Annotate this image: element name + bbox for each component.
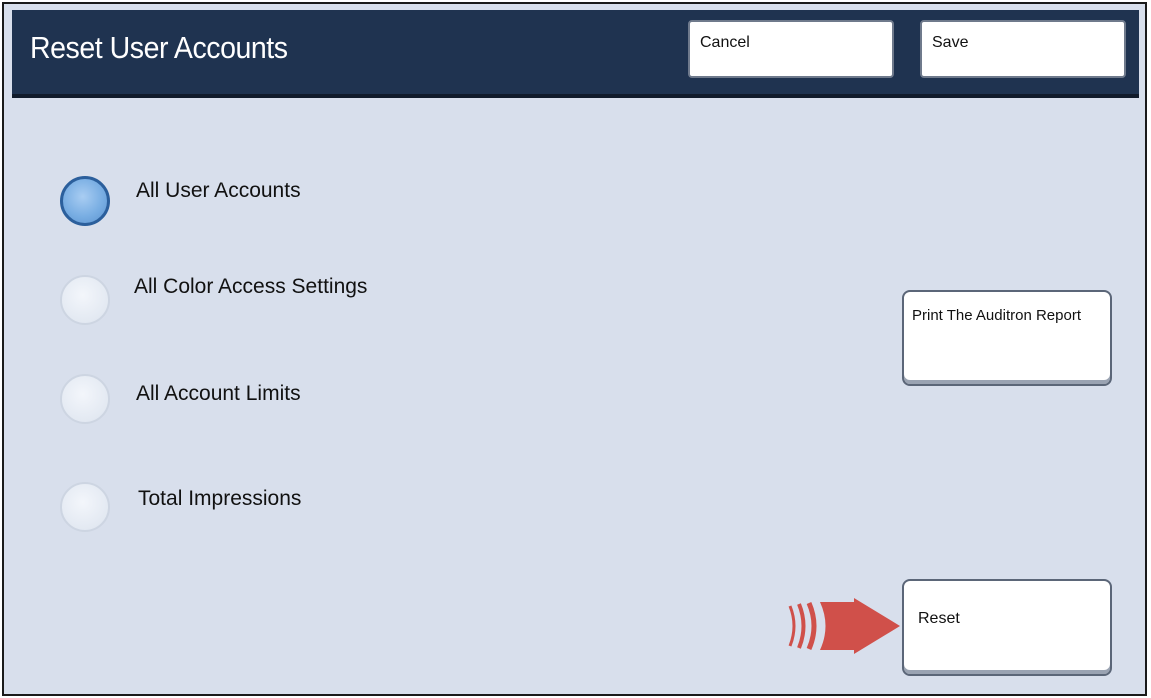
- option-all-color-access-settings[interactable]: All Color Access Settings: [60, 275, 480, 355]
- page-title: Reset User Accounts: [30, 30, 288, 65]
- print-auditron-report-button[interactable]: Print The Auditron Report: [902, 290, 1112, 386]
- option-all-account-limits[interactable]: All Account Limits: [60, 374, 480, 454]
- option-label: All User Accounts: [136, 179, 301, 202]
- radio-button[interactable]: [60, 275, 110, 325]
- reset-user-accounts-panel: Reset User Accounts Cancel Save All User…: [2, 2, 1147, 696]
- radio-button[interactable]: [60, 374, 110, 424]
- header-bar: Reset User Accounts Cancel Save: [12, 10, 1139, 98]
- arrow-right-icon: [788, 598, 900, 654]
- radio-button[interactable]: [60, 482, 110, 532]
- reset-button[interactable]: Reset: [902, 579, 1112, 676]
- option-total-impressions[interactable]: Total Impressions: [60, 482, 480, 562]
- option-label: All Account Limits: [136, 382, 301, 405]
- save-button[interactable]: Save: [920, 20, 1126, 78]
- option-all-user-accounts[interactable]: All User Accounts: [60, 176, 480, 256]
- cancel-button[interactable]: Cancel: [688, 20, 894, 78]
- option-label: Total Impressions: [138, 487, 302, 510]
- option-label: All Color Access Settings: [134, 275, 368, 298]
- radio-button-selected[interactable]: [60, 176, 110, 226]
